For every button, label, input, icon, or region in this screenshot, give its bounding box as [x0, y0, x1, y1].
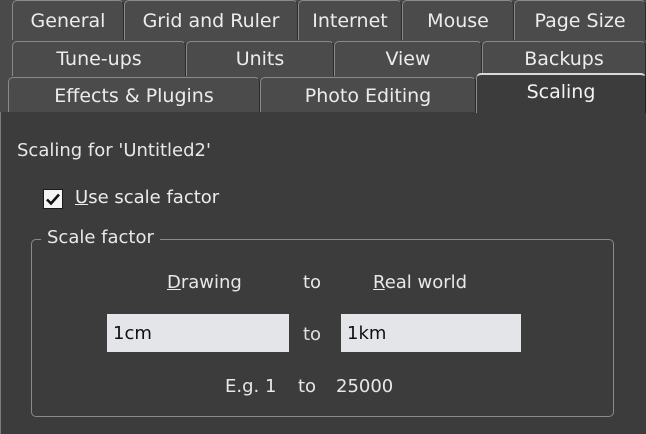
tab-tune-ups[interactable]: Tune-ups — [12, 41, 186, 76]
scaling-panel: Scaling for 'Untitled2' Use scale factor… — [0, 112, 646, 434]
tab-internet[interactable]: Internet — [298, 0, 402, 40]
scaling-heading: Scaling for 'Untitled2' — [17, 140, 211, 161]
drawing-scale-input[interactable] — [107, 314, 289, 352]
tab-page-size[interactable]: Page Size — [514, 0, 646, 40]
tab-effects-plugins[interactable]: Effects & Plugins — [8, 77, 260, 113]
mnemonic-r: R — [373, 272, 385, 293]
to-separator: to — [303, 324, 322, 345]
tab-photo-editing[interactable]: Photo Editing — [260, 77, 476, 113]
tab-units[interactable]: Units — [186, 41, 334, 76]
checkmark-icon — [46, 193, 60, 206]
to-column-label: to — [303, 272, 322, 293]
drawing-column-label: Drawing — [167, 272, 242, 293]
options-dialog: General Grid and Ruler Internet Mouse Pa… — [0, 0, 646, 434]
tab-grid-and-ruler[interactable]: Grid and Ruler — [124, 0, 298, 40]
use-scale-factor-label[interactable]: Use scale factor — [75, 187, 219, 208]
tab-view[interactable]: View — [334, 41, 482, 76]
mnemonic-u: U — [75, 187, 89, 208]
tab-general[interactable]: General — [12, 0, 124, 40]
real-world-column-label: Real world — [373, 272, 467, 293]
scale-factor-group-title: Scale factor — [41, 227, 160, 248]
tab-scaling[interactable]: Scaling — [476, 73, 646, 113]
example-to: to — [298, 376, 317, 397]
mnemonic-d: D — [167, 272, 181, 293]
tab-backups[interactable]: Backups — [482, 41, 646, 76]
tab-mouse[interactable]: Mouse — [402, 0, 514, 40]
use-scale-factor-text: se scale factor — [88, 187, 220, 208]
real-world-text: eal world — [384, 272, 468, 293]
real-world-scale-input[interactable] — [341, 314, 521, 352]
drawing-text: rawing — [180, 272, 242, 293]
example-value: 25000 — [336, 376, 394, 397]
example-prefix: E.g. 1 — [225, 376, 277, 397]
use-scale-factor-checkbox[interactable] — [43, 189, 63, 209]
